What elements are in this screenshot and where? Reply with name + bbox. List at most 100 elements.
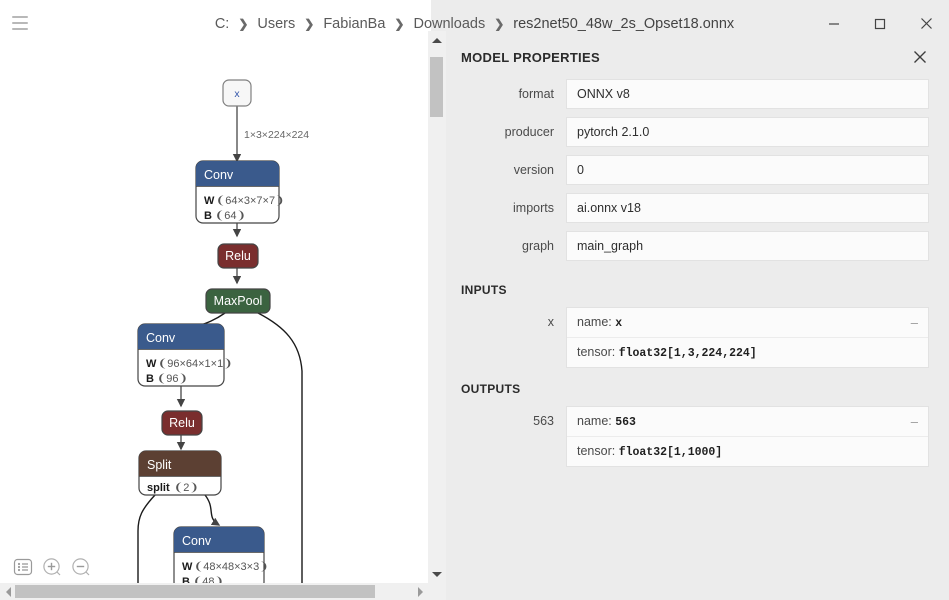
graph-node-conv1-attr1-name: B [204, 210, 212, 222]
graph-node-split1-attr0-name: split [147, 482, 170, 494]
graph-node-conv2-attr0-value: ❨96×64×1×1❩ [158, 358, 232, 370]
horizontal-scroll-thumb[interactable] [15, 585, 375, 598]
graph-node-relu2-title: Relu [169, 416, 195, 430]
graph-canvas[interactable]: x 1×3×224×224 Conv W ❨64×3×7×7❩ B ❨64❩ R… [0, 31, 428, 583]
model-properties-header: MODEL PROPERTIES [446, 31, 949, 71]
graph-node-conv2[interactable]: Conv W ❨96×64×1×1❩ B ❨96❩ [137, 323, 232, 387]
hamburger-bar [12, 16, 28, 18]
property-label: graph [522, 239, 554, 253]
graph-node-maxpool1-title: MaxPool [214, 294, 263, 308]
graph-node-split1-attr0-value: ❨2❩ [174, 482, 199, 494]
property-row-version: version 0 [461, 155, 929, 185]
properties-icon[interactable] [12, 556, 34, 578]
graph-node-conv1-attr0-value: ❨64×3×7×7❩ [216, 195, 284, 207]
edge-maxpool-residual [257, 312, 303, 583]
property-value[interactable]: main_graph [566, 231, 929, 261]
graph-node-conv1-title: Conv [204, 168, 234, 182]
graph-node-input-x-label: x [234, 88, 240, 100]
graph-node-split1[interactable]: Split split ❨2❩ [138, 450, 222, 496]
output-collapse-icon[interactable]: – [903, 414, 918, 429]
graph-node-maxpool1[interactable]: MaxPool [205, 288, 271, 314]
scroll-down-arrow-icon[interactable] [428, 565, 446, 583]
zoom-out-icon[interactable] [70, 556, 92, 578]
graph-node-conv1[interactable]: Conv W ❨64×3×7×7❩ B ❨64❩ [195, 160, 284, 224]
onnx-viewer-window: C: ❯ Users ❯ FabianBa ❯ Downloads ❯ res2… [0, 0, 949, 600]
breadcrumb-item-downloads[interactable]: Downloads [411, 16, 487, 32]
edge-label-input-shape: 1×3×224×224 [244, 129, 309, 141]
scroll-right-arrow-icon[interactable] [412, 583, 429, 600]
graph-node-conv2-attr1-name: B [146, 373, 154, 385]
breadcrumb-separator-icon: ❯ [238, 16, 249, 31]
property-value[interactable]: ONNX v8 [566, 79, 929, 109]
breadcrumb-separator-icon: ❯ [394, 16, 405, 31]
edge-split-branch2 [137, 494, 156, 583]
output-tensor-value: float32[1,1000] [618, 446, 723, 459]
output-name-prefix: name: [577, 414, 616, 428]
close-icon[interactable] [911, 48, 929, 66]
graph-node-conv3-attr1-name: B [182, 576, 190, 583]
property-label: version [513, 163, 554, 177]
input-tensor-prefix: tensor: [577, 345, 619, 359]
graph-node-relu1[interactable]: Relu [217, 243, 259, 269]
property-value[interactable]: pytorch 2.1.0 [566, 117, 929, 147]
hamburger-bar [12, 28, 28, 30]
input-name-value: x [615, 317, 623, 330]
input-collapse-icon[interactable]: – [903, 315, 918, 330]
output-tensor-line: tensor: float32[1,1000] [567, 437, 928, 466]
input-card[interactable]: name: x – tensor: float32[1,3,224,224] [566, 307, 929, 368]
property-value[interactable]: 0 [566, 155, 929, 185]
input-key-label: x [547, 315, 554, 329]
graph-node-conv3-attr0-name: W [182, 561, 193, 573]
graph-node-conv1-attr1-value: ❨64❩ [215, 210, 246, 222]
graph-horizontal-scrollbar[interactable] [0, 583, 446, 600]
graph-node-conv3[interactable]: Conv W ❨48×48×3×3❩ B ❨48❩ [173, 526, 268, 583]
inputs-section-title: INPUTS [461, 283, 507, 297]
canvas-toolbar [12, 556, 92, 578]
graph-node-relu2[interactable]: Relu [161, 410, 203, 436]
property-row-graph: graph main_graph [461, 231, 929, 261]
zoom-in-icon[interactable] [41, 556, 63, 578]
graph-node-split1-title: Split [147, 458, 172, 472]
graph-node-conv2-attr0-name: W [146, 358, 157, 370]
hamburger-bar [12, 22, 28, 24]
output-name-value: 563 [615, 416, 636, 429]
breadcrumb-item-file[interactable]: res2net50_48w_2s_Opset18.onnx [511, 16, 736, 32]
property-label: format [518, 87, 554, 101]
breadcrumb-separator-icon: ❯ [304, 16, 315, 31]
breadcrumb-item-user[interactable]: FabianBa [321, 16, 387, 32]
property-row-producer: producer pytorch 2.1.0 [461, 117, 929, 147]
graph-node-conv3-title: Conv [182, 534, 212, 548]
edge-split-conv3 [204, 494, 221, 526]
breadcrumb-item-drive[interactable]: C: [213, 16, 232, 32]
panel-title: MODEL PROPERTIES [461, 49, 600, 65]
output-card[interactable]: name: 563 – tensor: float32[1,1000] [566, 406, 929, 467]
property-label: producer [504, 125, 554, 139]
input-name-line: name: x – [567, 308, 928, 338]
graph-node-conv2-title: Conv [146, 331, 176, 345]
output-name-line: name: 563 – [567, 407, 928, 437]
outputs-section-title: OUTPUTS [461, 382, 521, 396]
graph-node-input-x[interactable]: x [222, 79, 252, 107]
input-tensor-value: float32[1,3,224,224] [618, 347, 757, 360]
input-tensor-line: tensor: float32[1,3,224,224] [567, 338, 928, 367]
property-value[interactable]: ai.onnx v18 [566, 193, 929, 223]
model-properties-list: format ONNX v8 producer pytorch 2.1.0 ve… [446, 71, 949, 261]
graph-node-conv1-attr0-name: W [204, 195, 215, 207]
model-properties-panel: MODEL PROPERTIES format ONNX v8 producer… [446, 31, 949, 600]
graph-node-relu1-title: Relu [225, 249, 251, 263]
property-row-format: format ONNX v8 [461, 79, 929, 109]
vertical-scroll-thumb[interactable] [430, 57, 443, 117]
scroll-up-arrow-icon[interactable] [428, 31, 446, 49]
graph-node-conv2-attr1-value: ❨96❩ [157, 373, 188, 385]
scrollbar-corner [428, 583, 446, 600]
output-key-label: 563 [533, 414, 554, 428]
property-label: imports [513, 201, 554, 215]
breadcrumb-item-users[interactable]: Users [255, 16, 297, 32]
output-row-563: 563 name: 563 – tensor: float32[1,1000] [446, 406, 949, 467]
graph-vertical-scrollbar[interactable] [428, 31, 446, 583]
property-row-imports: imports ai.onnx v18 [461, 193, 929, 223]
model-graph-svg[interactable]: x 1×3×224×224 Conv W ❨64×3×7×7❩ B ❨64❩ R… [0, 31, 428, 583]
output-tensor-prefix: tensor: [577, 444, 619, 458]
graph-node-conv3-attr0-value: ❨48×48×3×3❩ [194, 561, 268, 573]
breadcrumb-separator-icon: ❯ [494, 16, 505, 31]
